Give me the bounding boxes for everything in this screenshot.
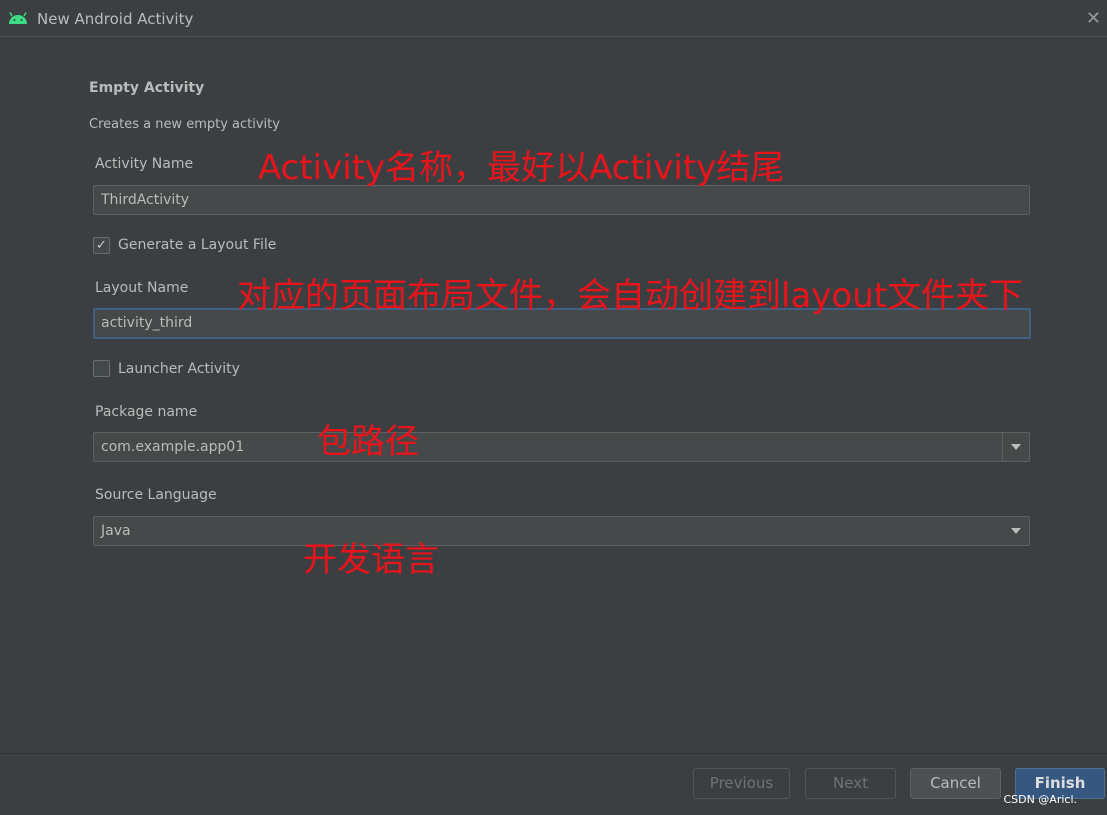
annotation-language: 开发语言 [303, 540, 439, 580]
title-bar: New Android Activity ✕ [0, 0, 1107, 37]
previous-button[interactable]: Previous [693, 768, 790, 799]
android-icon [9, 12, 27, 24]
layout-name-label: Layout Name [95, 280, 189, 296]
launcher-activity-checkbox[interactable] [93, 360, 110, 377]
package-name-value: com.example.app01 [101, 439, 245, 455]
generate-layout-checkbox[interactable]: ✓ [93, 237, 110, 254]
watermark: CSDN @Aricl. [1003, 793, 1077, 806]
source-language-select[interactable]: Java [93, 516, 1030, 546]
dropdown-button[interactable] [1002, 433, 1029, 461]
source-language-label: Source Language [95, 487, 217, 503]
package-name-label: Package name [95, 404, 198, 420]
activity-name-input[interactable]: ThirdActivity [93, 185, 1030, 215]
close-icon[interactable]: ✕ [1086, 8, 1101, 29]
chevron-down-icon [1011, 444, 1021, 450]
annotation-activity: Activity名称，最好以Activity结尾 [258, 148, 785, 188]
activity-name-label: Activity Name [95, 156, 194, 172]
annotation-package: 包路径 [317, 422, 419, 462]
source-language-value: Java [101, 523, 131, 539]
launcher-activity-label: Launcher Activity [118, 361, 240, 377]
page-subtitle: Creates a new empty activity [89, 117, 280, 132]
window-title: New Android Activity [37, 10, 194, 28]
generate-layout-label: Generate a Layout File [118, 237, 277, 253]
package-name-combo[interactable]: com.example.app01 [93, 432, 1030, 462]
page-title: Empty Activity [89, 80, 205, 96]
chevron-down-icon [1010, 528, 1021, 534]
cancel-button[interactable]: Cancel [910, 768, 1001, 799]
next-button[interactable]: Next [805, 768, 896, 799]
annotation-layout: 对应的页面布局文件，会自动创建到layout文件夹下 [237, 276, 1024, 316]
dropdown-button[interactable] [1002, 517, 1029, 545]
